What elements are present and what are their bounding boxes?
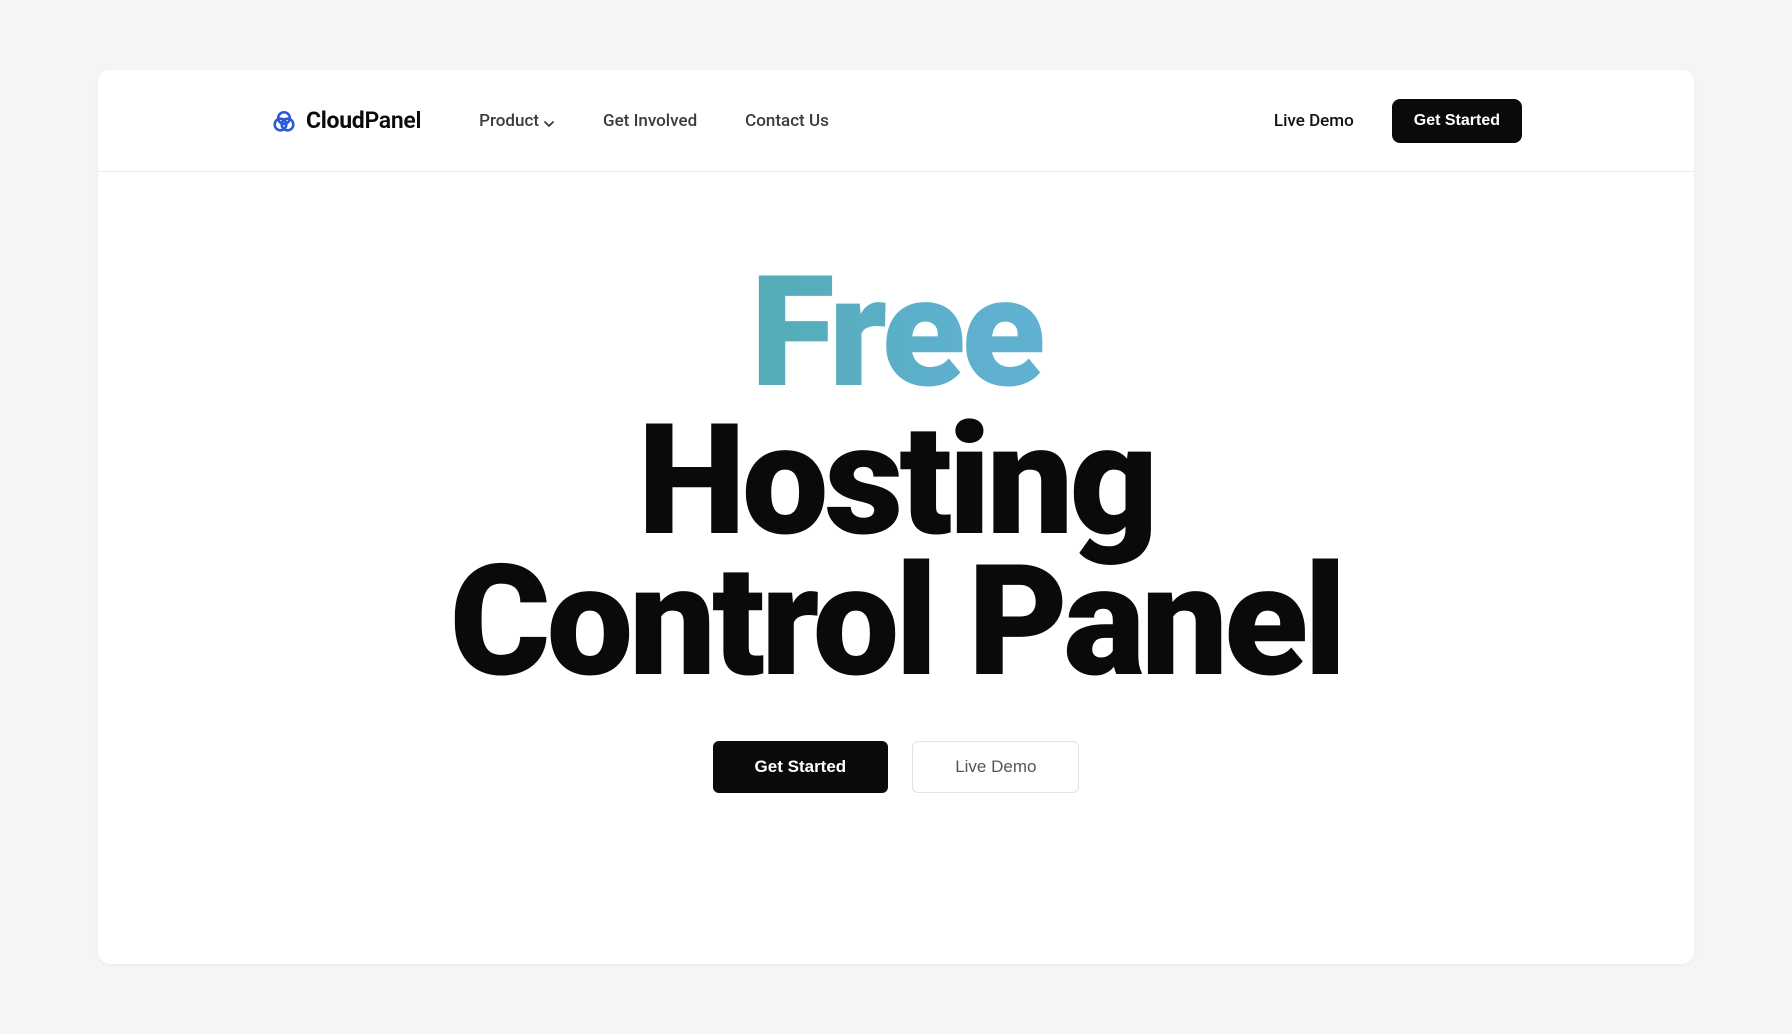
hero: Free Hosting Control Panel Get Started L… [98,172,1694,793]
nav-item-label: Product [479,111,539,131]
nav-item-label: Contact Us [745,111,829,131]
hero-title: Free Hosting Control Panel [98,262,1694,693]
chevron-down-icon [543,115,555,127]
nav-links: Product Get Involved Contact Us [479,111,829,131]
live-demo-link[interactable]: Live Demo [1274,111,1354,131]
header: CloudPanel Product Get Involved Contact … [98,70,1694,172]
logo-text-panel: Panel [364,107,421,134]
hero-live-demo-button[interactable]: Live Demo [912,741,1079,793]
page-card: CloudPanel Product Get Involved Contact … [98,70,1694,964]
hero-word-free: Free [98,262,1694,404]
logo-text: CloudPanel [306,107,421,134]
cloud-logo-icon [270,107,298,135]
header-right: Live Demo Get Started [1274,99,1522,143]
get-started-button[interactable]: Get Started [1392,99,1522,143]
nav-item-product[interactable]: Product [479,111,555,131]
nav-item-label: Get Involved [603,111,697,131]
logo-text-cloud: Cloud [306,107,364,134]
logo[interactable]: CloudPanel [270,107,421,135]
hero-cta: Get Started Live Demo [98,741,1694,793]
nav-item-contact-us[interactable]: Contact Us [745,111,829,131]
hero-get-started-button[interactable]: Get Started [713,741,889,793]
nav-item-get-involved[interactable]: Get Involved [603,111,697,131]
hero-line-control-panel: Control Panel [450,531,1343,712]
